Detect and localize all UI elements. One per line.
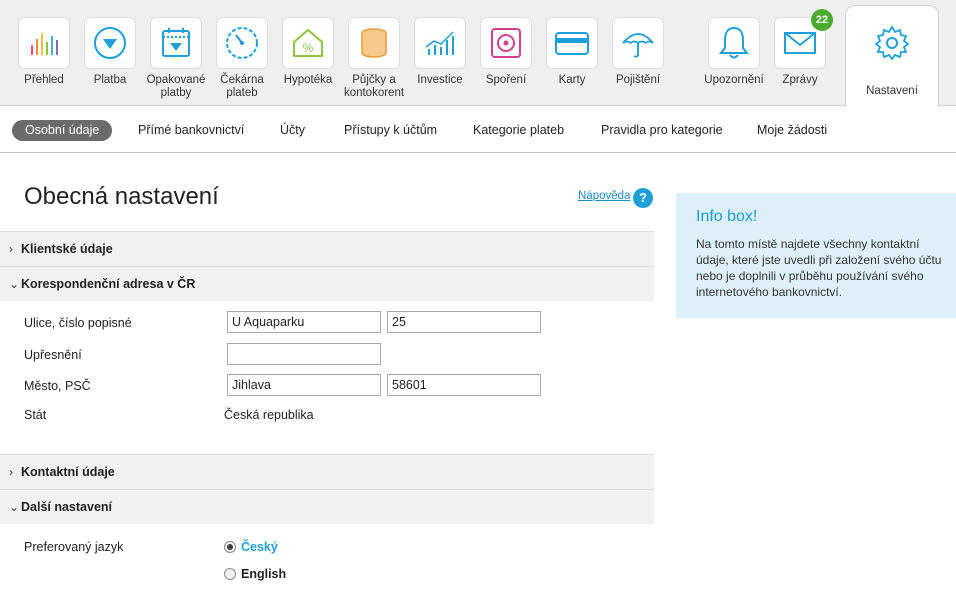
chevron-down-icon: ⌄ [9, 500, 20, 514]
nav-item-investice[interactable]: Investice [413, 17, 467, 87]
subnav-pravidla-pro-kategorie[interactable]: Pravidla pro kategorie [601, 120, 723, 141]
note-input[interactable] [227, 343, 381, 365]
section-title: Další nastavení [21, 500, 113, 514]
nav-item-upozorneni[interactable]: Upozornění [704, 17, 764, 87]
city-label: Město, PSČ [24, 379, 91, 393]
nav-tile [546, 17, 598, 69]
language-option-english[interactable]: English [224, 567, 286, 581]
zip-input[interactable] [387, 374, 541, 396]
calendar-arrow-icon [162, 28, 190, 57]
language-option-cesky[interactable]: Český [224, 540, 278, 554]
nav-item-pujcky[interactable]: Půjčky a kontokorent [344, 17, 404, 100]
section-dalsi-nastaveni[interactable]: ⌄ Další nastavení [0, 489, 654, 524]
nav-label: Nastavení [866, 85, 918, 97]
section-kontaktni-udaje[interactable]: › Kontaktní údaje [0, 454, 654, 489]
section-title: Kontaktní údaje [21, 465, 115, 479]
safe-icon [491, 28, 521, 58]
subnav-pristupy-k-uctum[interactable]: Přístupy k účtům [344, 120, 437, 141]
nav-tile [348, 17, 400, 69]
nav-tile [612, 17, 664, 69]
subnav-prime-bankovnictvi[interactable]: Přímé bankovnictví [138, 120, 244, 141]
chevron-right-icon: › [9, 465, 13, 479]
section-title: Korespondenční adresa v ČR [21, 277, 196, 291]
nav-item-prehled[interactable]: Přehled [17, 17, 71, 87]
nav-item-opakovane-platby[interactable]: Opakované platby [147, 17, 205, 100]
nav-item-hypoteka[interactable]: % Hypotéka [281, 17, 335, 87]
nav-label: Čekárna plateb [220, 74, 264, 99]
nav-item-nastaveni[interactable]: Nastavení [845, 5, 939, 107]
nav-label: Pojištění [615, 74, 661, 86]
svg-text:%: % [303, 41, 314, 55]
radio-label: Český [241, 540, 278, 554]
settings-subnav: Osobní údaje Přímé bankovnictví Účty Pří… [0, 107, 956, 153]
gear-icon [874, 25, 910, 61]
nav-item-sporeni[interactable]: Spoření [479, 17, 533, 87]
nav-label: Platba [93, 74, 127, 86]
nav-tile [150, 17, 202, 69]
chart-bars-icon [31, 33, 58, 55]
chevron-down-icon: ⌄ [9, 277, 20, 291]
nav-tile: 22 [774, 9, 833, 69]
nav-tile [18, 17, 70, 69]
main-navigation: Přehled Platba Opakované platby Čekárna … [0, 0, 956, 107]
subnav-ucty[interactable]: Účty [280, 120, 305, 141]
language-label: Preferovaný jazyk [24, 540, 124, 554]
bell-icon [718, 26, 750, 59]
nav-tile [414, 17, 466, 69]
unread-count-badge: 22 [811, 9, 833, 31]
coin-stack-icon [361, 28, 387, 58]
nav-label: Upozornění [704, 74, 764, 86]
nav-label: Půjčky a kontokorent [343, 74, 405, 99]
street-input[interactable] [227, 311, 381, 333]
nav-item-karty[interactable]: Karty [545, 17, 599, 87]
help-icon[interactable]: ? [633, 188, 653, 208]
nav-tile [216, 17, 268, 69]
nav-item-platba[interactable]: Platba [83, 17, 137, 87]
radio-unselected[interactable] [224, 568, 236, 580]
section-title: Klientské údaje [21, 242, 113, 256]
state-value: Česká republika [224, 408, 314, 422]
nav-label: Investice [417, 74, 463, 86]
house-percent-icon: % [293, 28, 323, 57]
house-number-input[interactable] [387, 311, 541, 333]
help-link[interactable]: Nápověda [578, 190, 630, 202]
radio-selected[interactable] [224, 541, 236, 553]
section-klientske-udaje[interactable]: › Klientské údaje [0, 231, 654, 266]
nav-label: Karty [558, 74, 586, 86]
radio-label: English [241, 567, 287, 581]
info-box: Info box! Na tomto místě najdete všechny… [676, 193, 956, 318]
nav-tile [708, 17, 760, 69]
nav-label: Opakované platby [146, 74, 206, 99]
nav-tile: % [282, 17, 334, 69]
umbrella-icon [622, 33, 654, 58]
chevron-right-icon: › [9, 242, 13, 256]
state-label: Stát [24, 408, 47, 422]
nav-item-cekarna-plateb[interactable]: Čekárna plateb [215, 17, 269, 100]
nav-item-pojisteni[interactable]: Pojištění [611, 17, 665, 87]
payment-arrow-icon [94, 27, 126, 59]
page-title: Obecná nastavení [24, 183, 219, 210]
envelope-icon [784, 32, 816, 54]
note-label: Upřesnění [24, 348, 82, 362]
info-box-title: Info box! [696, 208, 758, 225]
card-icon [555, 32, 589, 55]
subnav-kategorie-plateb[interactable]: Kategorie plateb [473, 120, 564, 141]
street-label: Ulice, číslo popisné [24, 316, 132, 330]
nav-label: Zprávy [782, 74, 818, 86]
nav-tile [480, 17, 532, 69]
nav-label: Spoření [485, 74, 527, 86]
subnav-osobni-udaje[interactable]: Osobní údaje [12, 120, 113, 141]
nav-tile [84, 17, 136, 69]
subnav-moje-zadosti[interactable]: Moje žádosti [757, 120, 827, 141]
line-chart-icon [425, 31, 454, 55]
nav-item-zpravy[interactable]: 22 Zprávy [773, 9, 833, 87]
city-input[interactable] [227, 374, 381, 396]
gauge-icon [226, 27, 258, 59]
nav-label: Hypotéka [283, 74, 333, 86]
info-box-text: Na tomto místě najdete všechny kontaktní… [696, 237, 942, 299]
nav-label: Přehled [24, 74, 64, 86]
section-korespondencni-adresa[interactable]: ⌄ Korespondenční adresa v ČR [0, 266, 654, 301]
